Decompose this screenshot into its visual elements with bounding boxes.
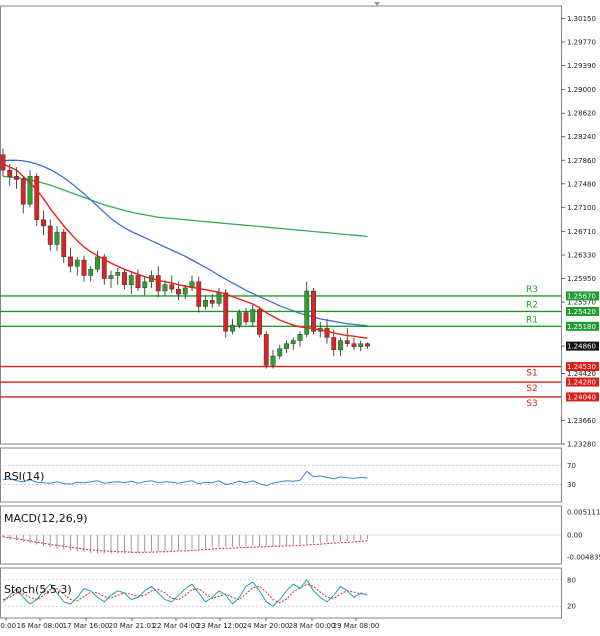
candle-body bbox=[182, 287, 188, 295]
time-tick-label: 17 Mar 16:00 bbox=[63, 622, 110, 630]
macd-tick-label: -0.004835 bbox=[567, 553, 600, 561]
candle-body bbox=[54, 231, 60, 245]
candle-body bbox=[115, 272, 121, 276]
candle-body bbox=[155, 275, 161, 292]
level-price-label-s1: 1.24530 bbox=[567, 363, 596, 371]
price-tick-label: 1.29390 bbox=[567, 62, 596, 70]
candle-body bbox=[88, 269, 94, 276]
price-tick-label: 1.24420 bbox=[567, 370, 596, 378]
price-tick-label: 1.29000 bbox=[567, 86, 596, 94]
candle-body bbox=[203, 300, 208, 307]
candle-body bbox=[14, 176, 19, 180]
candle-body bbox=[216, 292, 222, 304]
level-name-r1: R1 bbox=[526, 315, 538, 325]
time-tick-label: 16 Mar 08:00 bbox=[17, 622, 64, 630]
price-tick-label: 1.27860 bbox=[567, 157, 596, 165]
stoch-title: Stoch(5,5,3) bbox=[4, 583, 72, 596]
level-name-s3: S3 bbox=[526, 399, 537, 409]
time-tick-label: 23 Mar 12:00 bbox=[197, 622, 244, 630]
candle-body bbox=[74, 259, 80, 267]
candle-body bbox=[351, 343, 357, 347]
candle-body bbox=[344, 340, 350, 344]
candle-body bbox=[209, 300, 215, 304]
level-price-label-r3: 1.25670 bbox=[567, 292, 596, 300]
candle-body bbox=[128, 275, 134, 285]
candle-body bbox=[68, 256, 73, 267]
candle-body bbox=[95, 256, 100, 270]
current-price-label: 1.24860 bbox=[567, 343, 596, 351]
candle-body bbox=[331, 337, 337, 351]
level-name-s1: S1 bbox=[526, 369, 537, 379]
price-tick-label: 1.23280 bbox=[567, 441, 596, 449]
time-tick-label: 29 Mar 08:00 bbox=[333, 622, 380, 630]
candle-body bbox=[365, 343, 370, 347]
price-tick-label: 1.28240 bbox=[567, 133, 596, 141]
price-tick-label: 1.23660 bbox=[567, 417, 596, 425]
candle-body bbox=[324, 327, 330, 338]
level-name-s2: S2 bbox=[526, 384, 537, 394]
candle-body bbox=[297, 334, 303, 341]
price-tick-label: 1.29770 bbox=[567, 38, 596, 46]
candle-body bbox=[20, 179, 26, 205]
candle-body bbox=[34, 176, 40, 220]
time-tick-label: 20 Mar 21:01 bbox=[109, 622, 156, 630]
candle-body bbox=[223, 292, 229, 332]
candle-body bbox=[169, 284, 175, 290]
rsi-tick-label: 30 bbox=[567, 481, 576, 489]
level-name-r2: R2 bbox=[526, 300, 538, 310]
candle-body bbox=[230, 324, 235, 332]
price-tick-label: 1.26710 bbox=[567, 228, 596, 236]
candle-body bbox=[41, 219, 46, 227]
price-tick-label: 1.25950 bbox=[567, 275, 596, 283]
candle-body bbox=[263, 334, 269, 366]
candle-body bbox=[290, 340, 296, 344]
candle-body bbox=[0, 154, 6, 171]
candle-body bbox=[108, 275, 114, 279]
candle-body bbox=[7, 169, 13, 177]
level-name-r3: R3 bbox=[526, 285, 538, 295]
level-price-label-s2: 1.24280 bbox=[567, 379, 596, 387]
rsi-tick-label: 70 bbox=[567, 462, 576, 470]
price-tick-label: 1.26330 bbox=[567, 252, 596, 260]
rsi-title: RSI(14) bbox=[4, 470, 44, 483]
level-price-label-r2: 1.25420 bbox=[567, 308, 596, 316]
time-tick-label: 28 Mar 00:00 bbox=[289, 622, 336, 630]
candle-body bbox=[243, 312, 249, 323]
candle-body bbox=[358, 343, 364, 347]
level-price-label-r1: 1.25180 bbox=[567, 323, 596, 331]
price-tick-label: 1.30150 bbox=[567, 15, 596, 23]
time-tick-label: 24 Mar 20:00 bbox=[243, 622, 290, 630]
candle-body bbox=[61, 231, 67, 258]
candle-body bbox=[277, 348, 283, 357]
macd-tick-label: 0.00 bbox=[567, 532, 583, 540]
candle-body bbox=[135, 275, 141, 289]
time-tick-label: 00:00 bbox=[0, 622, 16, 630]
macd-tick-label: 0.005111 bbox=[567, 508, 600, 516]
forex-chart[interactable]: 1.30150 1.29770 1.29390 1.29000 1.28620 1.282… bbox=[0, 0, 600, 636]
candle-body bbox=[47, 225, 53, 245]
candle-body bbox=[257, 309, 262, 335]
price-tick-label: 1.27480 bbox=[567, 180, 596, 188]
candle-body bbox=[250, 309, 256, 323]
price-tick-label: 1.28620 bbox=[567, 110, 596, 118]
candle-body bbox=[311, 290, 316, 332]
candle-body bbox=[338, 340, 343, 351]
candle-body bbox=[81, 259, 87, 276]
candle-body bbox=[236, 312, 242, 326]
candle-body bbox=[284, 343, 289, 349]
candle-body bbox=[270, 355, 276, 366]
level-price-label-s3: 1.24040 bbox=[567, 393, 596, 401]
price-tick-label: 1.27100 bbox=[567, 204, 596, 212]
candle-body bbox=[196, 281, 202, 307]
candle-body bbox=[162, 284, 168, 292]
time-tick-label: 22 Mar 04:00 bbox=[153, 622, 200, 630]
stoch-tick-label: 80 bbox=[567, 576, 576, 584]
stoch-tick-label: 20 bbox=[567, 603, 576, 611]
candle-body bbox=[176, 288, 181, 295]
candle-body bbox=[142, 281, 148, 289]
macd-title: MACD(12,26,9) bbox=[4, 512, 88, 525]
candle-body bbox=[122, 272, 127, 285]
